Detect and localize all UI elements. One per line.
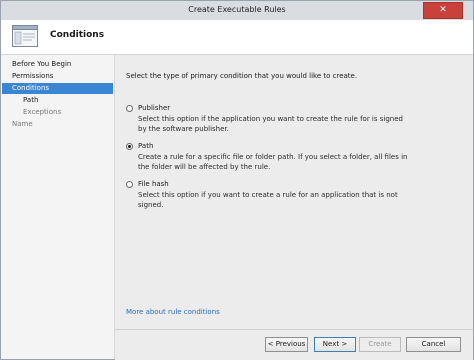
create-button[interactable]: Create bbox=[359, 337, 401, 352]
file-hash-label[interactable]: File hash bbox=[138, 180, 169, 188]
publisher-radio[interactable] bbox=[126, 105, 133, 112]
sidebar-item-exceptions[interactable]: Exceptions bbox=[2, 107, 113, 118]
page-title: Conditions bbox=[50, 30, 105, 40]
sidebar-item-conditions[interactable]: Conditions bbox=[2, 83, 113, 94]
publisher-label[interactable]: Publisher bbox=[138, 104, 170, 112]
publisher-description: Select this option if the application yo… bbox=[138, 115, 403, 133]
sidebar-item-name[interactable]: Name bbox=[2, 119, 113, 130]
close-icon: ✕ bbox=[439, 5, 447, 15]
sidebar-item-path[interactable]: Path bbox=[2, 95, 113, 106]
close-button[interactable]: ✕ bbox=[423, 2, 463, 19]
wizard-window: Create Executable Rules ✕ Conditions Bef… bbox=[0, 0, 474, 360]
window-title: Create Executable Rules bbox=[188, 5, 286, 14]
wizard-steps-sidebar: Before You Begin Permissions Conditions … bbox=[1, 55, 115, 359]
file-hash-description: Select this option if you want to create… bbox=[138, 191, 398, 209]
sidebar-item-permissions[interactable]: Permissions bbox=[2, 71, 113, 82]
page-header: Conditions bbox=[1, 20, 473, 55]
cancel-button[interactable]: Cancel bbox=[406, 337, 461, 352]
path-label[interactable]: Path bbox=[138, 142, 153, 150]
file-hash-radio[interactable] bbox=[126, 181, 133, 188]
path-radio[interactable] bbox=[126, 143, 133, 150]
conditions-content: Select the type of primary condition tha… bbox=[115, 55, 473, 329]
wizard-page-icon bbox=[12, 25, 38, 47]
sidebar-item-before-you-begin[interactable]: Before You Begin bbox=[2, 59, 113, 70]
wizard-footer: < Previous Next > Create Cancel bbox=[115, 329, 473, 360]
instruction-text: Select the type of primary condition tha… bbox=[126, 72, 358, 80]
previous-button[interactable]: < Previous bbox=[265, 337, 308, 352]
path-description: Create a rule for a specific file or fol… bbox=[138, 153, 408, 171]
more-about-rule-conditions-link[interactable]: More about rule conditions bbox=[126, 308, 220, 316]
next-button[interactable]: Next > bbox=[314, 337, 356, 352]
title-bar: Create Executable Rules ✕ bbox=[1, 1, 473, 21]
